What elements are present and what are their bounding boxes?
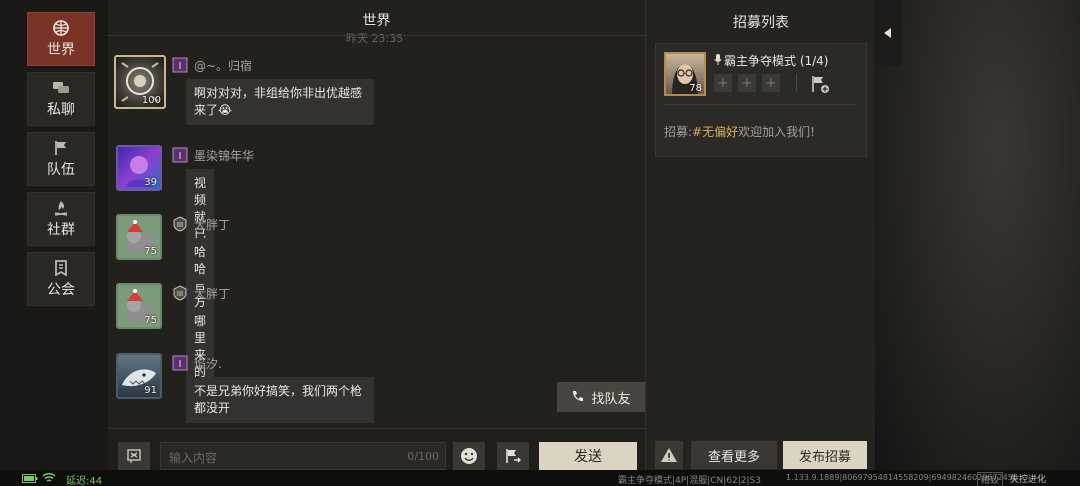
graphics-quality: 精致 — [977, 472, 1004, 486]
flag-icon — [52, 140, 70, 156]
chat-category-nav: 世界 私聊 队伍 社群 公会 — [27, 12, 95, 312]
avatar[interactable]: 78 — [664, 52, 706, 96]
collapse-panel-button[interactable] — [875, 0, 901, 66]
message-bubble: 不是兄弟你好搞笑，我们两个枪 都没开 — [186, 377, 374, 423]
banner-icon — [52, 259, 70, 276]
char-counter: 0/100 — [407, 450, 439, 463]
report-button[interactable] — [655, 441, 683, 469]
empty-slot-plus-icon: + — [762, 74, 780, 92]
input-placeholder: 输入内容 — [169, 451, 218, 465]
phone-icon — [573, 391, 584, 401]
warning-icon — [661, 448, 677, 462]
rank-badge-icon: III — [173, 285, 187, 301]
player-level: 78 — [689, 83, 702, 94]
voice-toggle-button[interactable] — [118, 442, 150, 470]
message-text: 不是兄弟你好搞笑，我们两个枪 — [194, 384, 363, 398]
recruit-mode: 霸主争夺模式 (1/4) — [724, 54, 829, 68]
message-text: 来了😭 — [194, 103, 233, 117]
nav-item-private[interactable]: 私聊 — [27, 72, 95, 126]
divider — [664, 104, 858, 105]
find-teammate-button[interactable]: 找队友 — [557, 382, 645, 412]
emoji-button[interactable] — [453, 442, 485, 470]
rank-badge-icon: I — [172, 355, 188, 371]
find-teammate-label: 找队友 — [591, 391, 631, 407]
player-level: 39 — [144, 177, 157, 188]
player-name: @~。归宿 — [194, 59, 253, 73]
player-name: 大胖丁 — [194, 287, 231, 301]
rank-badge-icon: III — [173, 216, 187, 232]
svg-text:I: I — [179, 151, 182, 162]
empty-slot-plus-icon: + — [738, 74, 756, 92]
microphone-icon — [714, 54, 722, 65]
share-position-button[interactable] — [497, 442, 529, 470]
game-logo: 失控进化 — [1010, 475, 1047, 485]
recruit-msg-prefix: 招募: — [664, 125, 693, 139]
flag-share-icon — [506, 449, 521, 463]
avatar[interactable]: 39 — [116, 145, 162, 191]
message-bubble: 哈哈 — [186, 238, 215, 284]
timestamp: 昨天 23:35 — [346, 32, 404, 45]
latency-readout: 延迟:44 — [66, 476, 103, 486]
recruit-tag: #无偏好 — [692, 125, 739, 139]
svg-text:III: III — [177, 221, 183, 229]
status-bar: 延迟:44 霸主争夺模式|4P|混服|CN|62|2|S3 1.133.9.18… — [0, 470, 1080, 486]
divider — [796, 74, 797, 92]
chat-input-bar: 输入内容 0/100 发送 — [108, 428, 645, 470]
player-name: 墨染锦年华 — [194, 149, 255, 163]
nav-item-label: 社群 — [47, 221, 75, 238]
nav-item-team[interactable]: 队伍 — [27, 132, 95, 186]
recruit-message: 招募:#无偏好欢迎加入我们! — [664, 123, 815, 140]
post-recruit-button[interactable]: 发布招募 — [783, 441, 867, 469]
message-text: 都没开 — [194, 401, 231, 415]
server-info: 霸主争夺模式|4P|混服|CN|62|2|S3 — [618, 476, 761, 486]
send-button[interactable]: 发送 — [539, 442, 637, 470]
player-name: 焰汐. — [194, 357, 222, 371]
player-name: 大胖丁 — [194, 218, 231, 232]
avatar[interactable]: 75 — [116, 214, 162, 260]
recruit-card[interactable]: 78 霸主争夺模式 (1/4) + + + 招募:#无偏好欢迎加入我们! — [655, 43, 867, 157]
nav-item-label: 世界 — [47, 41, 75, 58]
nav-item-guild[interactable]: 公会 — [27, 252, 95, 306]
triangle-left-icon — [884, 28, 891, 38]
nav-item-label: 私聊 — [47, 101, 75, 118]
chat-title: 世界 — [362, 13, 391, 29]
chat-bubbles-icon — [52, 80, 70, 96]
mute-icon — [127, 449, 141, 463]
empty-slot-plus-icon: + — [714, 74, 732, 92]
nav-item-label: 公会 — [47, 281, 75, 298]
recruit-title: 招募列表 — [733, 15, 789, 31]
join-flag-icon[interactable] — [810, 74, 830, 94]
svg-text:III: III — [177, 290, 183, 298]
right-background — [874, 0, 1080, 486]
nav-item-community[interactable]: 社群 — [27, 192, 95, 246]
player-level: 91 — [144, 385, 157, 396]
recruit-list-panel: 招募列表 78 霸主争夺模式 (1/4) + + + 招募:#无偏好欢迎加入我们… — [645, 0, 875, 470]
avatar[interactable]: 75 — [116, 283, 162, 329]
message-bubble: 啊对对对，非组给你非出优越感 来了😭 — [186, 79, 374, 125]
divider — [108, 35, 645, 36]
player-level: 75 — [144, 246, 157, 257]
message-text: 哈哈 — [194, 245, 207, 276]
view-more-button[interactable]: 查看更多 — [691, 441, 777, 469]
nav-item-label: 队伍 — [47, 161, 75, 178]
player-level: 75 — [144, 315, 157, 326]
recruit-msg-suffix: 欢迎加入我们! — [738, 125, 815, 139]
chat-message-input[interactable]: 输入内容 0/100 — [160, 442, 446, 470]
svg-text:I: I — [179, 359, 182, 370]
rank-badge-icon: I — [172, 147, 188, 163]
rank-badge-icon: I — [172, 57, 188, 73]
battery-icon — [22, 474, 38, 483]
svg-text:I: I — [179, 61, 182, 72]
wifi-icon — [42, 473, 56, 482]
player-level: 100 — [141, 95, 161, 106]
campfire-icon — [52, 200, 70, 216]
nav-item-world[interactable]: 世界 — [27, 12, 95, 66]
avatar[interactable]: 91 — [116, 353, 162, 399]
smiley-icon — [461, 448, 477, 464]
message-text: 啊对对对，非组给你非出优越感 — [194, 86, 363, 100]
avatar[interactable]: 100 — [114, 55, 166, 109]
globe-icon — [52, 19, 70, 36]
